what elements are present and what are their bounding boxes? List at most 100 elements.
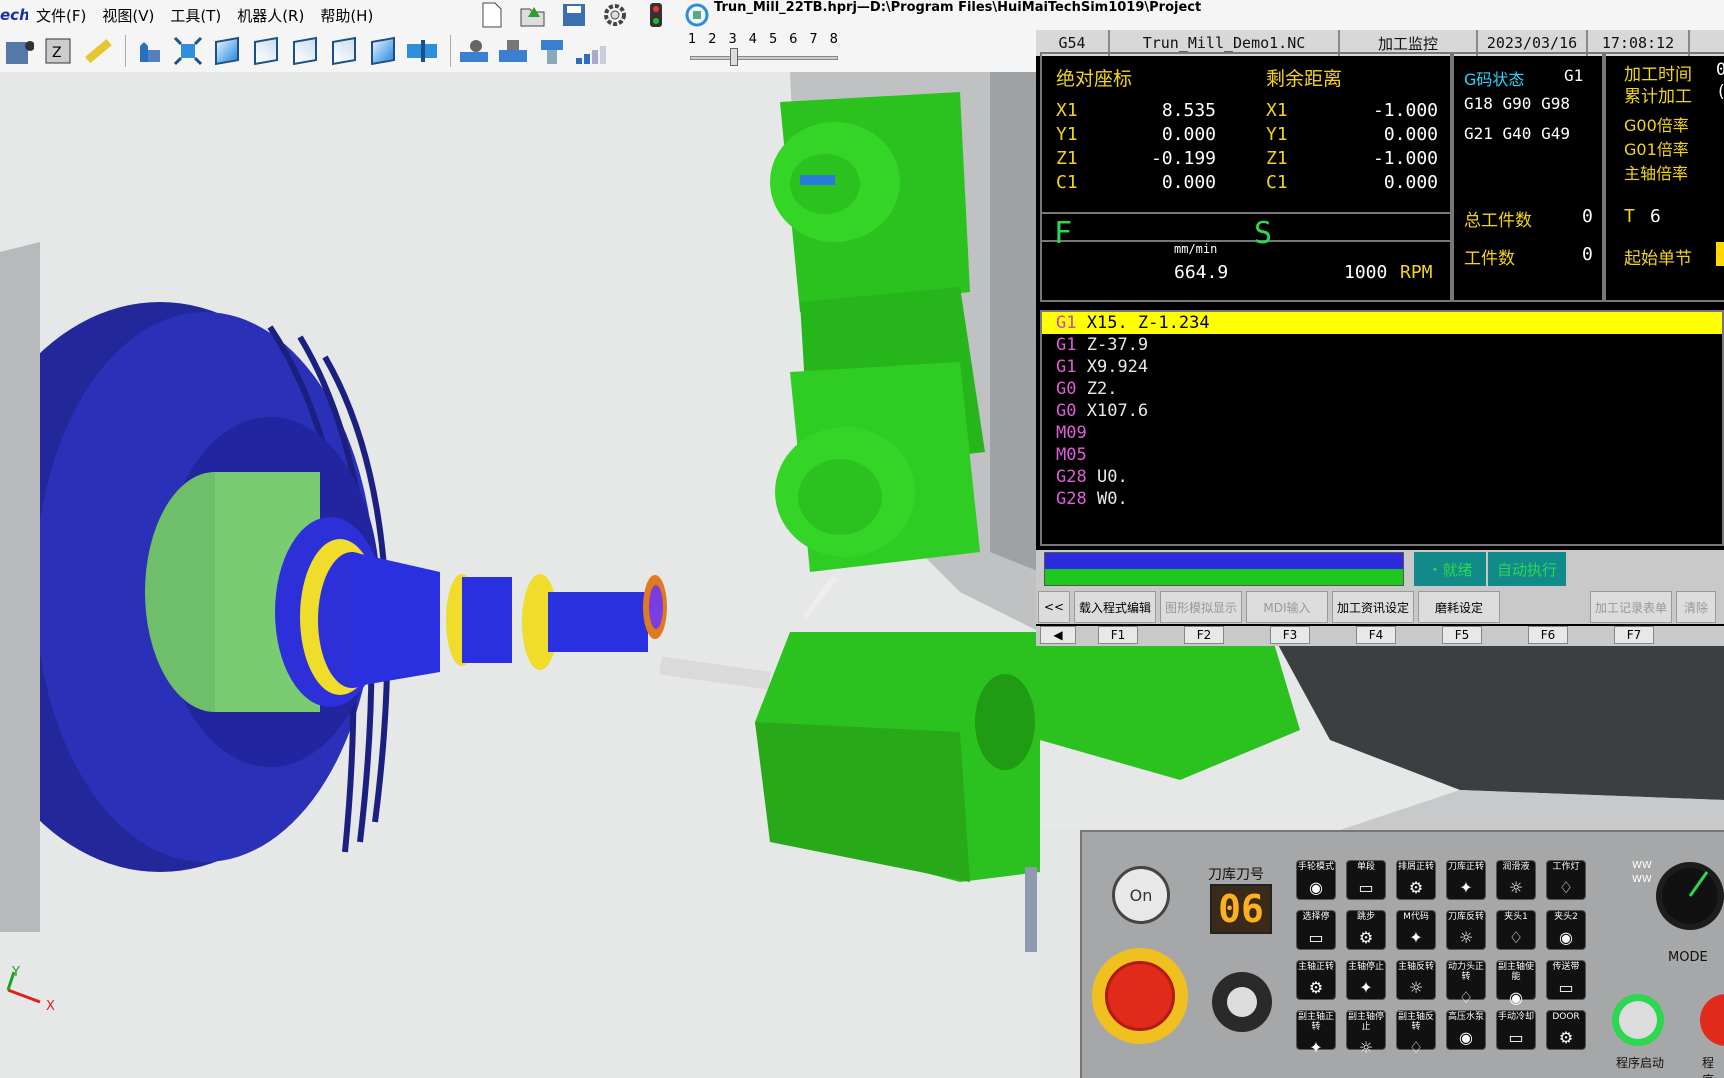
mdi-input-button[interactable]: MDI输入 [1246, 591, 1328, 623]
fkey-f7[interactable]: F7 [1614, 626, 1654, 644]
panel-key[interactable]: 跳步 ⚙ [1346, 910, 1386, 950]
new-file-icon[interactable] [478, 1, 506, 29]
slider-thumb[interactable] [730, 48, 738, 66]
machine-icon[interactable] [2, 34, 36, 68]
slider-track[interactable] [690, 56, 838, 60]
panel-key-label: 副主轴反转 [1397, 1012, 1434, 1032]
panel-key-icon: ◉ [1509, 988, 1523, 1007]
cycle-start-button[interactable] [1612, 994, 1664, 1046]
program-line[interactable]: G0 X107.6 [1042, 400, 1722, 422]
program-line[interactable]: M05 [1042, 444, 1722, 466]
menu-file[interactable]: 文件(F) [28, 5, 94, 26]
line-args: X9.924 [1086, 357, 1149, 377]
panel-key[interactable]: 高压水泵 ◉ [1446, 1010, 1486, 1050]
fixture-icon[interactable] [496, 34, 530, 68]
save-icon[interactable] [560, 1, 588, 29]
fkey-f6[interactable]: F6 [1528, 626, 1568, 644]
zero-point-icon[interactable]: Z [41, 34, 75, 68]
graph-sim-button[interactable]: 图形模拟显示 [1160, 591, 1242, 623]
svg-text:WW: WW [1632, 860, 1652, 871]
menu-help[interactable]: 帮助(H) [312, 5, 381, 26]
panel-key-label: 主轴停止 [1347, 962, 1384, 972]
robot-sync-icon[interactable] [683, 1, 711, 29]
clear-button[interactable]: 清除 [1676, 591, 1716, 623]
program-line[interactable]: G28 U0. [1042, 466, 1722, 488]
panel-key[interactable]: 传送带 ▭ [1546, 960, 1586, 1000]
view-iso-icon[interactable] [210, 34, 244, 68]
panel-key[interactable]: 主轴停止 ✦ [1346, 960, 1386, 1000]
fkey-f4[interactable]: F4 [1356, 626, 1396, 644]
settings-gear-icon[interactable] [601, 1, 629, 29]
panel-key[interactable]: 副主轴使能 ◉ [1496, 960, 1536, 1007]
section-view-icon[interactable] [405, 34, 439, 68]
fkey-arrow-left[interactable]: ◀ [1040, 626, 1076, 644]
fkey-f3[interactable]: F3 [1270, 626, 1310, 644]
view-top-icon[interactable] [288, 34, 322, 68]
fit-view-icon[interactable] [171, 34, 205, 68]
panel-key[interactable]: 副主轴停止 ☼ [1346, 1010, 1386, 1057]
panel-key[interactable]: 刀库正转 ✦ [1446, 860, 1486, 900]
fkey-f5[interactable]: F5 [1442, 626, 1482, 644]
stock-icon[interactable] [535, 34, 569, 68]
program-line[interactable]: M09 [1042, 422, 1722, 444]
panel-key[interactable]: 刀库反转 ☼ [1446, 910, 1486, 950]
panel-key-icon: ♢ [1458, 988, 1474, 1007]
gcode-state-value: G1 [1564, 66, 1584, 85]
panel-key[interactable]: 润滑液 ☼ [1496, 860, 1536, 900]
program-line[interactable]: G28 W0. [1042, 488, 1722, 510]
panel-key[interactable]: M代码 ✦ [1396, 910, 1436, 950]
panel-key-icon: ▭ [1308, 928, 1324, 947]
workpiece-setup-icon[interactable] [457, 34, 491, 68]
panel-key-label: 副主轴正转 [1297, 1012, 1334, 1032]
program-line[interactable]: G0 Z2. [1042, 378, 1722, 400]
program-line-current[interactable]: G1 X15. Z-1.234 [1042, 312, 1722, 334]
machine-control-panel: On 刀库刀号 06 手轮模式 ◉ 单段 ▭ 排屑正转 ⚙ 刀库正转 ✦ 润滑液 ☼ 工作灯 ♢ 选择停… [1080, 830, 1724, 1078]
3d-viewport[interactable]: Y X [0, 72, 1040, 1078]
panel-key[interactable]: 工作灯 ♢ [1546, 860, 1586, 900]
power-on-button[interactable]: On [1112, 866, 1170, 924]
menu-view[interactable]: 视图(V) [94, 5, 162, 26]
panel-key[interactable]: 手动冷却 ▭ [1496, 1010, 1536, 1050]
panel-key[interactable]: 主轴正转 ⚙ [1296, 960, 1336, 1000]
hand-tool-icon[interactable] [132, 34, 166, 68]
load-program-edit-button[interactable]: 载入程式编辑 [1074, 591, 1156, 623]
menu-robot[interactable]: 机器人(R) [229, 5, 312, 26]
panel-key[interactable]: 副主轴正转 ✦ [1296, 1010, 1336, 1057]
program-line[interactable]: G1 X9.924 [1042, 356, 1722, 378]
menu-tools[interactable]: 工具(T) [162, 5, 229, 26]
mode-selector[interactable]: WW WW [1622, 852, 1724, 942]
axis-rem-name: C1 [1266, 172, 1288, 193]
panel-key[interactable]: 排屑正转 ⚙ [1396, 860, 1436, 900]
program-listing[interactable]: G1 X15. Z-1.234 G1 Z-37.9 G1 X9.924 G0 Z… [1040, 310, 1724, 546]
panel-key[interactable]: 单段 ▭ [1346, 860, 1386, 900]
panel-key[interactable]: 手轮模式 ◉ [1296, 860, 1336, 900]
program-stop-button[interactable] [1700, 994, 1724, 1046]
spindle-label: S [1254, 216, 1273, 251]
panel-key[interactable]: 夹头2 ◉ [1546, 910, 1586, 950]
emergency-stop-button[interactable] [1092, 948, 1188, 1044]
panel-key[interactable]: 夹头1 ♢ [1496, 910, 1536, 950]
ruler-icon[interactable] [80, 34, 114, 68]
view-front-icon[interactable] [249, 34, 283, 68]
view-side-icon[interactable] [327, 34, 361, 68]
panel-key[interactable]: 动力头正转 ♢ [1446, 960, 1486, 1007]
machining-info-button[interactable]: 加工资讯设定 [1332, 591, 1414, 623]
wear-setting-button[interactable]: 磨耗设定 [1418, 591, 1500, 623]
open-file-icon[interactable] [519, 1, 547, 29]
panel-key[interactable]: 副主轴反转 ♢ [1396, 1010, 1436, 1057]
fkey-f2[interactable]: F2 [1184, 626, 1224, 644]
panel-key[interactable]: DOOR ⚙ [1546, 1010, 1586, 1050]
key-switch[interactable] [1212, 972, 1272, 1032]
back-button[interactable]: << [1038, 591, 1070, 623]
speed-tick: 1 [688, 32, 697, 47]
view-shaded-icon[interactable] [366, 34, 400, 68]
sim-speed-slider[interactable]: 1 2 3 4 5 6 7 8 [688, 32, 838, 68]
fkey-f1[interactable]: F1 [1098, 626, 1138, 644]
spindle-override-label: 主轴倍率 [1624, 164, 1689, 183]
program-line[interactable]: G1 Z-37.9 [1042, 334, 1722, 356]
line-args: X107.6 [1086, 401, 1149, 421]
panel-key[interactable]: 主轴反转 ☼ [1396, 960, 1436, 1000]
traffic-light-icon[interactable] [642, 1, 670, 29]
panel-key[interactable]: 选择停 ▭ [1296, 910, 1336, 950]
machining-log-button[interactable]: 加工记录表单 [1590, 591, 1672, 623]
